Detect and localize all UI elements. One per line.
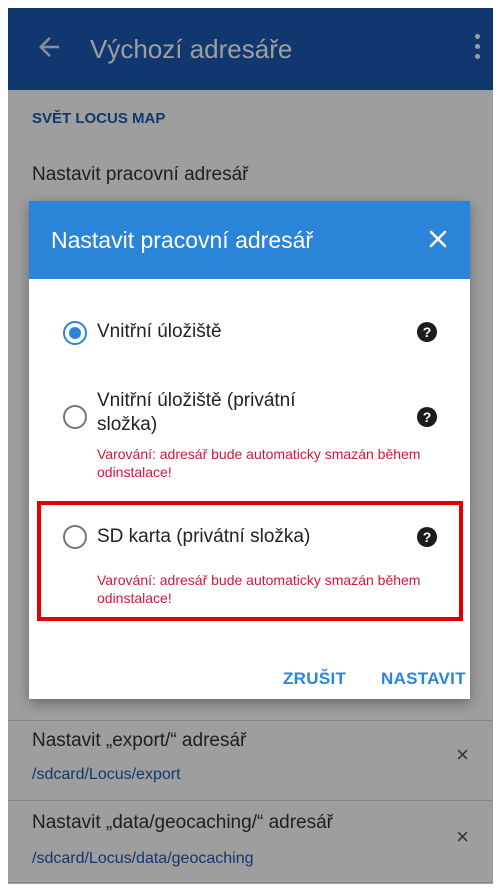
dialog-title: Nastavit pracovní adresář bbox=[51, 227, 314, 253]
dialog-header: Nastavit pracovní adresář bbox=[29, 201, 470, 279]
help-icon[interactable]: ? bbox=[417, 407, 437, 427]
phone-screen: Výchozí adresáře SVĚT LOCUS MAP Nastavit… bbox=[8, 8, 493, 884]
close-icon[interactable] bbox=[424, 225, 452, 253]
help-icon[interactable]: ? bbox=[417, 322, 437, 342]
radio-button[interactable] bbox=[63, 525, 87, 549]
option-internal-private[interactable]: Vnitřní úložiště (privátní složka) ? Var… bbox=[29, 387, 470, 487]
set-directory-dialog: Nastavit pracovní adresář Vnitřní úložiš… bbox=[29, 201, 470, 699]
set-button[interactable]: NASTAVIT bbox=[381, 669, 466, 689]
option-label: Vnitřní úložiště (privátní složka) bbox=[97, 390, 296, 435]
cancel-button[interactable]: ZRUŠIT bbox=[283, 669, 346, 689]
help-icon[interactable]: ? bbox=[417, 527, 437, 547]
option-label: SD karta (privátní složka) bbox=[97, 526, 311, 547]
option-internal-storage[interactable]: Vnitřní úložiště ? bbox=[29, 313, 470, 357]
warning-text: Varování: adresář bude automaticky smazá… bbox=[97, 572, 421, 606]
radio-button-selected[interactable] bbox=[63, 321, 87, 345]
warning-text: Varování: adresář bude automaticky smazá… bbox=[97, 446, 421, 480]
radio-button[interactable] bbox=[63, 405, 87, 429]
option-sd-card-private[interactable]: SD karta (privátní složka) ? Varování: a… bbox=[29, 519, 470, 609]
option-label: Vnitřní úložiště bbox=[97, 321, 222, 342]
